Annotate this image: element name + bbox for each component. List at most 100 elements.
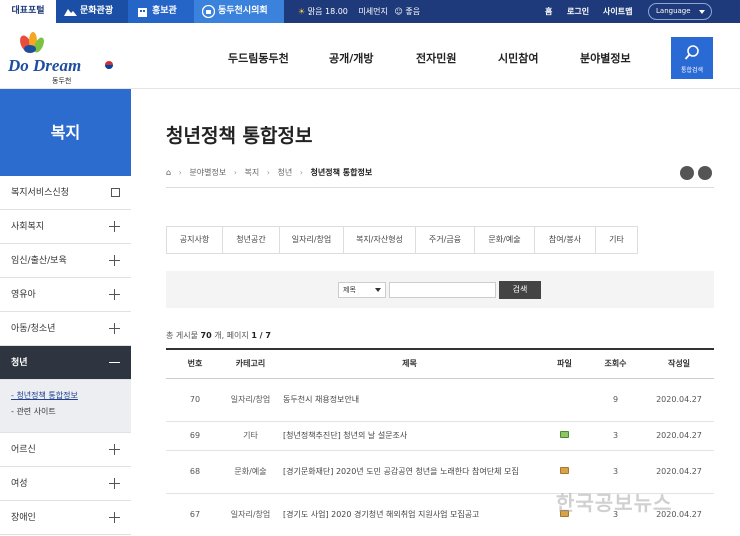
council-icon — [202, 5, 215, 18]
post-count: 총 게시물 70 개, 페이지 1 / 7 — [166, 330, 271, 341]
tab-culture-arts[interactable]: 문화/예술 — [475, 227, 535, 253]
chevron-right-icon: › — [233, 168, 237, 177]
submenu-youth-policy[interactable]: - 청년정책 통합정보 — [11, 388, 131, 404]
sidebar-item-welfare-apply[interactable]: 복지서비스신청 — [0, 176, 131, 210]
breadcrumb: ⌂ › 분야별정보 › 복지 › 청년 › 청년정책 통합정보 — [166, 158, 714, 188]
search-submit-button[interactable]: 검색 — [499, 281, 541, 299]
sidebar-item-label: 여성 — [11, 479, 28, 489]
tab-promotion-hall-label: 홍보관 — [152, 6, 177, 16]
tab-notice[interactable]: 공지사항 — [167, 227, 223, 253]
search-field-value: 제목 — [343, 286, 356, 294]
cell-number: 67 — [166, 493, 224, 536]
sidebar-item-elderly[interactable]: 어르신 — [0, 433, 131, 467]
sidebar-item-youth[interactable]: 청년 — [0, 346, 131, 380]
nav-dodream[interactable]: 두드림동두천 — [228, 50, 289, 66]
integrated-search-button[interactable]: 통합검색 — [671, 37, 713, 79]
cell-category: 일자리/창업 — [224, 378, 277, 422]
sidebar-item-label: 장애인 — [11, 513, 36, 523]
sidebar-item-pregnancy[interactable]: 임신/출산/보육 — [0, 244, 131, 278]
table-row[interactable]: 70 일자리/창업 동두천시 채용정보안내 9 2020.04.27 — [166, 378, 714, 422]
search-field-select[interactable]: 제목 — [338, 282, 386, 298]
cell-number: 68 — [166, 450, 224, 494]
col-views: 조회수 — [587, 348, 644, 379]
search-button-label: 통합검색 — [680, 67, 704, 74]
home-link[interactable]: 홈 — [545, 0, 552, 23]
portal-link[interactable]: 대표포털 — [0, 0, 56, 23]
home-icon[interactable]: ⌂ — [166, 168, 171, 177]
chevron-right-icon: › — [266, 168, 270, 177]
sun-icon: ☀ — [298, 7, 306, 16]
breadcrumb-current: 청년정책 통합정보 — [310, 168, 373, 177]
cell-file — [542, 378, 587, 422]
tab-culture-tourism[interactable]: 문화관광 — [56, 0, 128, 23]
cell-title-link[interactable]: [청년정책추진단] 청년의 날 설문조사 — [277, 421, 542, 451]
top-utility-bar: 대표포털 문화관광 홍보관 동두천시의회 ☀ 맑음 18.00 미세먼지 ☺ 좋… — [0, 0, 740, 23]
tab-city-council[interactable]: 동두천시의회 — [194, 0, 284, 23]
logo-text: Do Dream — [8, 56, 82, 75]
dust-label: 미세먼지 — [358, 7, 388, 16]
new-window-icon — [111, 188, 120, 197]
sidebar-submenu: - 청년정책 통합정보 - 관련 사이트 — [0, 380, 131, 433]
plus-icon — [109, 512, 120, 523]
plus-icon — [109, 478, 120, 489]
breadcrumb-item[interactable]: 청년 — [278, 168, 293, 177]
search-keyword-input[interactable] — [389, 282, 496, 298]
plus-icon — [109, 289, 120, 300]
minus-icon — [109, 362, 120, 363]
language-select[interactable]: Language — [648, 3, 712, 20]
sidebar-item-women[interactable]: 여성 — [0, 467, 131, 501]
table-header-row: 번호 카테고리 제목 파일 조회수 작성일 — [166, 348, 714, 379]
nav-e-civil[interactable]: 전자민원 — [416, 50, 456, 66]
nav-citizen[interactable]: 시민참여 — [498, 50, 538, 66]
table-row[interactable]: 69 기타 [청년정책추진단] 청년의 날 설문조사 3 2020.04.27 — [166, 421, 714, 451]
sidebar-item-disabled[interactable]: 장애인 — [0, 501, 131, 535]
count-prefix: 총 게시물 — [166, 331, 198, 340]
image-file-icon[interactable] — [560, 430, 569, 438]
login-link[interactable]: 로그인 — [567, 0, 589, 23]
sidebar-item-infant[interactable]: 영유아 — [0, 278, 131, 312]
page-title: 청년정책 통합정보 — [166, 125, 313, 147]
cell-file[interactable] — [542, 421, 587, 451]
print-icon[interactable] — [698, 166, 712, 180]
folder-file-icon[interactable] — [560, 466, 569, 474]
tab-youth-space[interactable]: 청년공간 — [223, 227, 280, 253]
tab-promotion-hall[interactable]: 홍보관 — [128, 0, 194, 23]
col-number: 번호 — [166, 348, 224, 379]
sidebar-item-label: 아동/청소년 — [11, 324, 56, 334]
chevron-right-icon: › — [299, 168, 303, 177]
sidebar-item-label: 영유아 — [11, 290, 36, 300]
cell-title-link[interactable]: [경기도 사업] 2020 경기청년 해외취업 지원사업 모집공고 — [277, 493, 542, 536]
tab-volunteer[interactable]: 참여/봉사 — [535, 227, 596, 253]
plus-icon — [109, 221, 120, 232]
cell-number: 69 — [166, 421, 224, 451]
cell-views: 9 — [587, 378, 644, 422]
breadcrumb-item[interactable]: 복지 — [244, 168, 259, 177]
cell-date: 2020.04.27 — [644, 421, 714, 451]
tab-housing-finance[interactable]: 주거/금융 — [416, 227, 475, 253]
breadcrumb-item[interactable]: 분야별정보 — [189, 168, 226, 177]
cell-date: 2020.04.27 — [644, 378, 714, 422]
nav-open-data[interactable]: 공개/개방 — [329, 50, 374, 66]
share-icon[interactable] — [680, 166, 694, 180]
tab-jobs[interactable]: 일자리/창업 — [280, 227, 344, 253]
cell-title-link[interactable]: [경기문화재단] 2020년 도민 공감공연 청년을 노래한다 참여단체 모집 — [277, 450, 542, 494]
sidebar-item-youth-child[interactable]: 아동/청소년 — [0, 312, 131, 346]
language-label: Language — [656, 7, 691, 15]
sidebar-item-social-welfare[interactable]: 사회복지 — [0, 210, 131, 244]
col-date: 작성일 — [644, 348, 714, 379]
sidebar-title: 복지 — [0, 89, 131, 176]
cell-category: 기타 — [224, 421, 277, 451]
plus-icon — [109, 444, 120, 455]
sidebar-item-label: 어르신 — [11, 445, 36, 455]
smile-icon: ☺ — [394, 7, 403, 16]
tab-welfare-assets[interactable]: 복지/자산형성 — [344, 227, 416, 253]
site-logo[interactable]: Do Dream 동두천 — [8, 32, 128, 85]
cell-views: 3 — [587, 421, 644, 451]
nav-field-info[interactable]: 분야별정보 — [580, 50, 631, 66]
tab-etc[interactable]: 기타 — [596, 227, 637, 253]
sitemap-link[interactable]: 사이트맵 — [603, 0, 632, 23]
submenu-label: 청년정책 통합정보 — [16, 391, 78, 400]
submenu-related-sites[interactable]: - 관련 사이트 — [11, 404, 131, 420]
mountain-icon — [64, 9, 77, 16]
cell-title-link[interactable]: 동두천시 채용정보안내 — [277, 378, 542, 422]
